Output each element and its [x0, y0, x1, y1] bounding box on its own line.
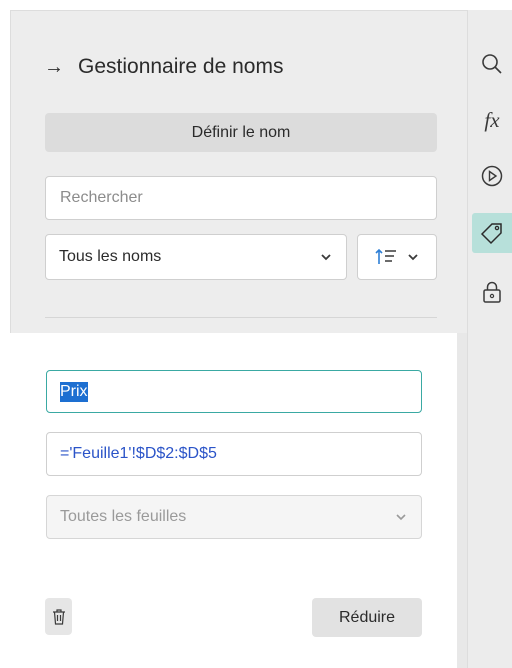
search-icon [482, 54, 502, 74]
panel-title: Gestionnaire de noms [78, 55, 284, 78]
names-filter-value: Tous les noms [59, 248, 162, 265]
rail-search-button[interactable] [472, 44, 512, 84]
tag-icon [480, 223, 502, 245]
chevron-down-icon [408, 254, 418, 261]
rail-protect-button[interactable] [472, 272, 512, 312]
delete-button[interactable] [45, 598, 72, 635]
lock-icon [483, 281, 501, 303]
rail-formula-button[interactable]: fx [472, 100, 512, 140]
name-field-value: Prix [60, 381, 88, 402]
name-field[interactable]: Prix [46, 370, 422, 413]
play-icon [481, 165, 503, 187]
divider [45, 317, 437, 318]
scope-select[interactable]: Toutes les feuilles [46, 495, 422, 539]
scope-select-value: Toutes les feuilles [60, 508, 187, 525]
panel-scrollbar[interactable] [457, 333, 467, 668]
rail-play-button[interactable] [472, 156, 512, 196]
define-name-button[interactable]: Définir le nom [45, 113, 437, 152]
reduce-button[interactable]: Réduire [312, 598, 422, 637]
names-filter-select[interactable]: Tous les noms [45, 234, 347, 280]
panel-header: → Gestionnaire de noms [44, 52, 283, 82]
search-input[interactable] [45, 176, 437, 220]
trash-icon [52, 608, 65, 625]
collapse-arrow-icon[interactable]: → [44, 57, 64, 77]
chevron-down-icon [396, 514, 406, 521]
reference-field[interactable]: ='Feuille1'!$D$2:$D$5 [46, 432, 422, 476]
rail-names-button[interactable] [472, 213, 512, 253]
sort-button[interactable] [357, 234, 437, 280]
chevron-down-icon [321, 254, 331, 261]
formula-icon: fx [484, 107, 500, 132]
sort-icon [375, 248, 396, 264]
